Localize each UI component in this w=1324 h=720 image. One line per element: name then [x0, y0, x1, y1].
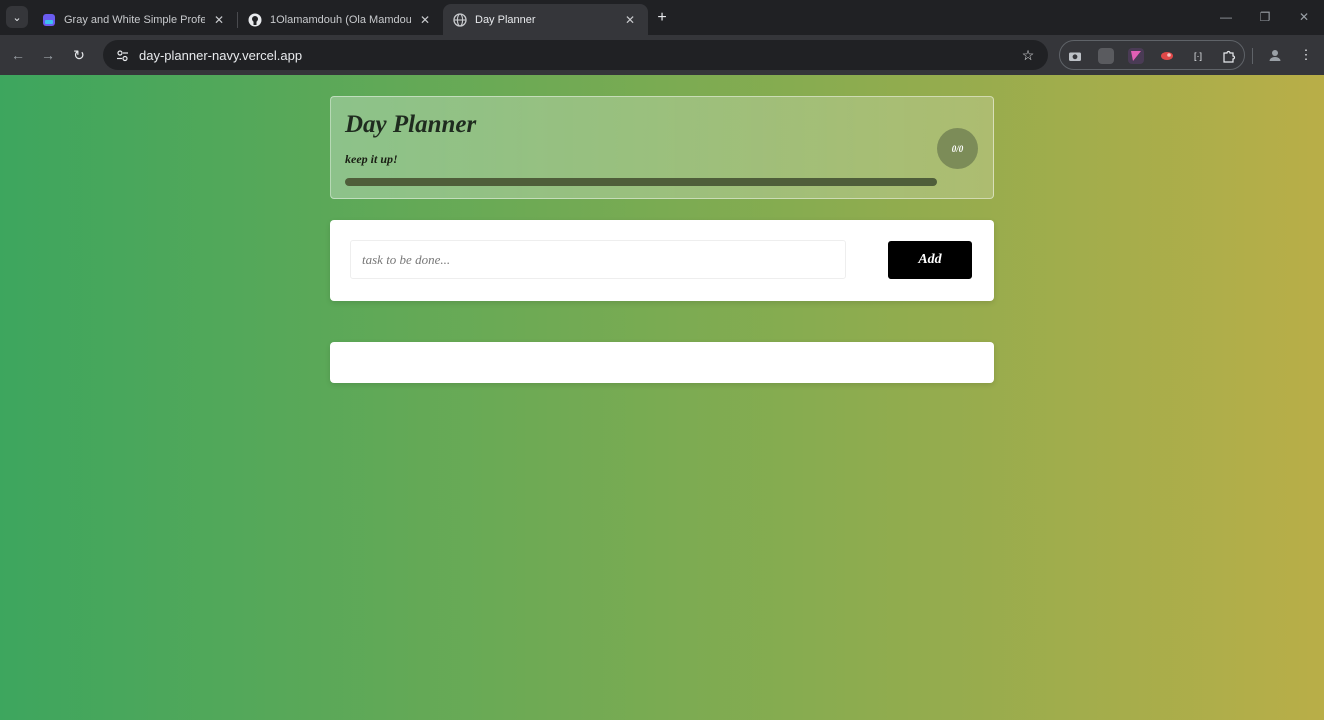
close-icon[interactable]: ✕	[622, 13, 638, 27]
address-bar[interactable]: day-planner-navy.vercel.app ☆	[103, 40, 1048, 70]
planner-header-card: Day Planner keep it up! 0/0	[330, 96, 994, 199]
bookmark-star-icon[interactable]: ☆	[1016, 47, 1040, 64]
back-arrow-icon[interactable]: ←	[7, 44, 29, 66]
close-icon[interactable]: ✕	[417, 13, 433, 27]
chevron-down-icon: ⌄	[12, 11, 22, 24]
task-input-card: Add	[330, 220, 994, 301]
toolbar-separator	[1252, 48, 1253, 64]
restore-icon[interactable]: ❐	[1254, 6, 1276, 28]
url-text[interactable]: day-planner-navy.vercel.app	[139, 48, 1016, 63]
tab-title: Gray and White Simple Professi	[64, 13, 205, 26]
new-tab-button[interactable]: +	[652, 8, 672, 28]
extensions-group: [·]	[1059, 40, 1245, 70]
task-input[interactable]	[350, 240, 846, 279]
progress-bar	[345, 178, 937, 186]
task-counter-badge: 0/0	[937, 128, 978, 169]
tab-github[interactable]: 1Olamamdouh (Ola Mamdouh) ✕	[238, 4, 443, 35]
task-list	[330, 342, 994, 383]
grey-extension-icon[interactable]	[1098, 48, 1114, 64]
tab-title: 1Olamamdouh (Ola Mamdouh)	[270, 13, 411, 26]
site-settings-icon[interactable]	[109, 49, 135, 62]
close-icon[interactable]: ✕	[211, 13, 227, 27]
window-close-icon[interactable]: ✕	[1293, 6, 1315, 28]
red-extension-icon[interactable]	[1159, 48, 1175, 64]
camera-extension-icon[interactable]	[1067, 48, 1083, 64]
globe-icon	[453, 12, 467, 27]
tab-search-button[interactable]: ⌄	[6, 6, 28, 28]
puzzle-icon[interactable]	[1221, 48, 1237, 64]
github-icon	[248, 13, 262, 27]
pink-extension-icon[interactable]	[1128, 48, 1144, 64]
tab-title: Day Planner	[475, 13, 536, 26]
bracket-extension-icon[interactable]: [·]	[1190, 48, 1206, 64]
minimize-icon[interactable]: —	[1215, 6, 1237, 28]
kebab-menu-icon[interactable]: ⋮	[1295, 44, 1317, 66]
forward-arrow-icon[interactable]: →	[37, 44, 59, 66]
add-task-button[interactable]: Add	[888, 241, 972, 279]
canva-doc-icon	[42, 13, 56, 27]
tab-strip: ⌄ Gray and White Simple Professi ✕ 1Olam…	[0, 0, 1324, 35]
page-viewport: Day Planner keep it up! 0/0 Add	[0, 75, 1324, 720]
page-title: Day Planner	[345, 111, 477, 138]
browser-toolbar: ← → ↻ day-planner-navy.vercel.app ☆ [·] …	[0, 35, 1324, 75]
tab-day-planner[interactable]: Day Planner ✕	[443, 4, 648, 35]
reload-icon[interactable]: ↻	[68, 44, 90, 66]
motto-text: keep it up!	[345, 152, 398, 166]
tab-canva[interactable]: Gray and White Simple Professi ✕	[32, 4, 237, 35]
profile-icon[interactable]	[1264, 44, 1286, 66]
